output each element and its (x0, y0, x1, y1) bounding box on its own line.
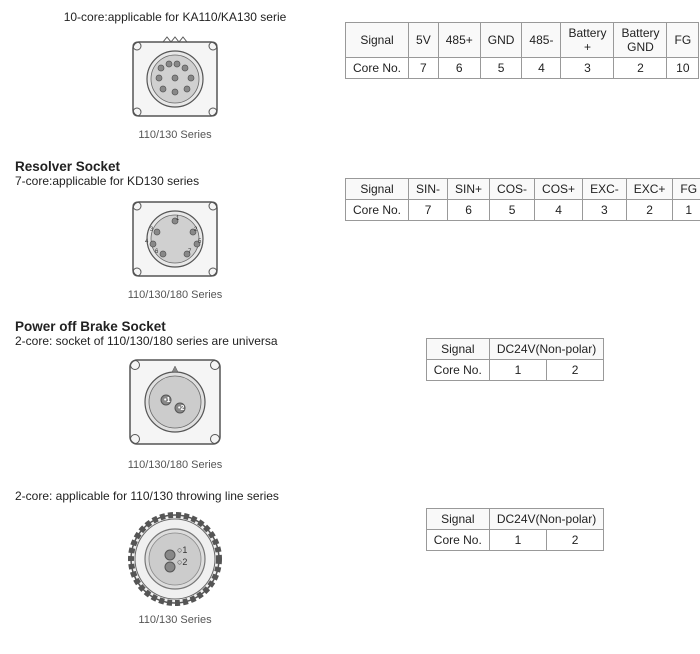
resolver-th-fg: FG (673, 178, 700, 199)
resolver-td-5: 5 (490, 199, 535, 220)
brake2-header: 2-core: applicable for 110/130 throwing … (15, 489, 335, 503)
resolver-th-sinminus: SIN- (409, 178, 448, 199)
resolver-td-7: 7 (409, 199, 448, 220)
brake2-caption: 110/130 Series (138, 614, 211, 626)
brake1-left: Power off Brake Socket 2-core: socket of… (15, 319, 335, 471)
resolver-th-excminus: EXC- (583, 178, 627, 199)
encoder-table: Signal 5V 485+ GND 485- Battery+ Battery… (345, 22, 699, 79)
encoder-td-6: 6 (438, 57, 480, 78)
resolver-td-6: 6 (448, 199, 490, 220)
encoder-td-10: 10 (667, 57, 699, 78)
resolver-th-cosminus: COS- (490, 178, 535, 199)
resolver-left: Resolver Socket 7-core:applicable for KD… (15, 159, 335, 301)
svg-text:•2: •2 (178, 405, 184, 412)
brake1-th-signal: Signal (426, 338, 489, 359)
resolver-section: Resolver Socket 7-core:applicable for KD… (15, 159, 685, 301)
encoder-th-5v: 5V (409, 22, 439, 57)
encoder-th-battery-plus: Battery+ (561, 22, 614, 57)
brake2-td-1: 1 (489, 529, 546, 550)
encoder-table-container: Signal 5V 485+ GND 485- Battery+ Battery… (345, 10, 699, 90)
brake1-td-1: 1 (489, 359, 546, 380)
resolver-td-3: 3 (583, 199, 627, 220)
resolver-connector-svg: 1 3 2 4 5 6 7 (115, 194, 235, 284)
brake-section-1: Power off Brake Socket 2-core: socket of… (15, 319, 685, 471)
encoder-td-3: 3 (561, 57, 614, 78)
brake1-td-2: 2 (547, 359, 604, 380)
encoder-th-battery-gnd: BatteryGND (614, 22, 667, 57)
encoder-th-signal: Signal (346, 22, 409, 57)
brake2-table-container: Signal DC24V(Non-polar) Core No. 1 2 (345, 489, 685, 569)
brake1-table: Signal DC24V(Non-polar) Core No. 1 2 (426, 338, 604, 381)
resolver-td-2: 2 (626, 199, 673, 220)
resolver-td-1: 1 (673, 199, 700, 220)
brake2-subtitle: 2-core: applicable for 110/130 throwing … (15, 489, 335, 503)
resolver-table: Signal SIN- SIN+ COS- COS+ EXC- EXC+ FG … (345, 178, 700, 221)
brake2-connector-svg: ○1 ○2 (115, 509, 235, 609)
brake1-th-dc24v: DC24V(Non-polar) (489, 338, 603, 359)
encoder-th-fg: FG (667, 22, 699, 57)
encoder-desc: 10-core:applicable for KA110/KA130 serie (64, 10, 287, 24)
brake2-left: 2-core: applicable for 110/130 throwing … (15, 489, 335, 626)
brake1-table-container: Signal DC24V(Non-polar) Core No. 1 2 (345, 319, 685, 399)
encoder-td-2: 2 (614, 57, 667, 78)
brake1-title: Power off Brake Socket (15, 319, 335, 334)
resolver-caption: 110/130/180 Series (128, 289, 223, 301)
brake1-caption: 110/130/180 Series (128, 459, 223, 471)
brake1-header: Power off Brake Socket 2-core: socket of… (15, 319, 335, 348)
svg-text:○2: ○2 (177, 557, 187, 567)
encoder-caption: 110/130 Series (138, 129, 211, 141)
encoder-td-4: 4 (522, 57, 561, 78)
brake2-th-signal: Signal (426, 508, 489, 529)
resolver-th-sinplus: SIN+ (448, 178, 490, 199)
encoder-td-7: 7 (409, 57, 439, 78)
brake-section-2: 2-core: applicable for 110/130 throwing … (15, 489, 685, 626)
resolver-td-coreno: Core No. (346, 199, 409, 220)
encoder-connector-svg (115, 34, 235, 124)
resolver-subtitle: 7-core:applicable for KD130 series (15, 174, 335, 188)
resolver-title: Resolver Socket (15, 159, 335, 174)
resolver-th-cosplus: COS+ (535, 178, 583, 199)
encoder-td-5: 5 (480, 57, 522, 78)
resolver-td-4: 4 (535, 199, 583, 220)
resolver-th-signal: Signal (346, 178, 409, 199)
brake1-subtitle: 2-core: socket of 110/130/180 series are… (15, 334, 335, 348)
brake2-td-2: 2 (547, 529, 604, 550)
brake2-table: Signal DC24V(Non-polar) Core No. 1 2 (426, 508, 604, 551)
encoder-td-coreno: Core No. (346, 57, 409, 78)
svg-text:○1: ○1 (177, 545, 187, 555)
encoder-th-gnd: GND (480, 22, 522, 57)
brake2-td-coreno: Core No. (426, 529, 489, 550)
encoder-th-485plus: 485+ (438, 22, 480, 57)
resolver-header: Resolver Socket 7-core:applicable for KD… (15, 159, 335, 188)
resolver-table-container: Signal SIN- SIN+ COS- COS+ EXC- EXC+ FG … (345, 159, 700, 239)
encoder-section: 10-core:applicable for KA110/KA130 serie (15, 10, 685, 141)
encoder-th-485minus: 485- (522, 22, 561, 57)
brake1-connector-svg: •1 •2 (115, 354, 235, 454)
encoder-left: 10-core:applicable for KA110/KA130 serie (15, 10, 335, 141)
brake2-th-dc24v: DC24V(Non-polar) (489, 508, 603, 529)
svg-text:•1: •1 (164, 397, 170, 404)
resolver-th-excplus: EXC+ (626, 178, 673, 199)
brake1-td-coreno: Core No. (426, 359, 489, 380)
